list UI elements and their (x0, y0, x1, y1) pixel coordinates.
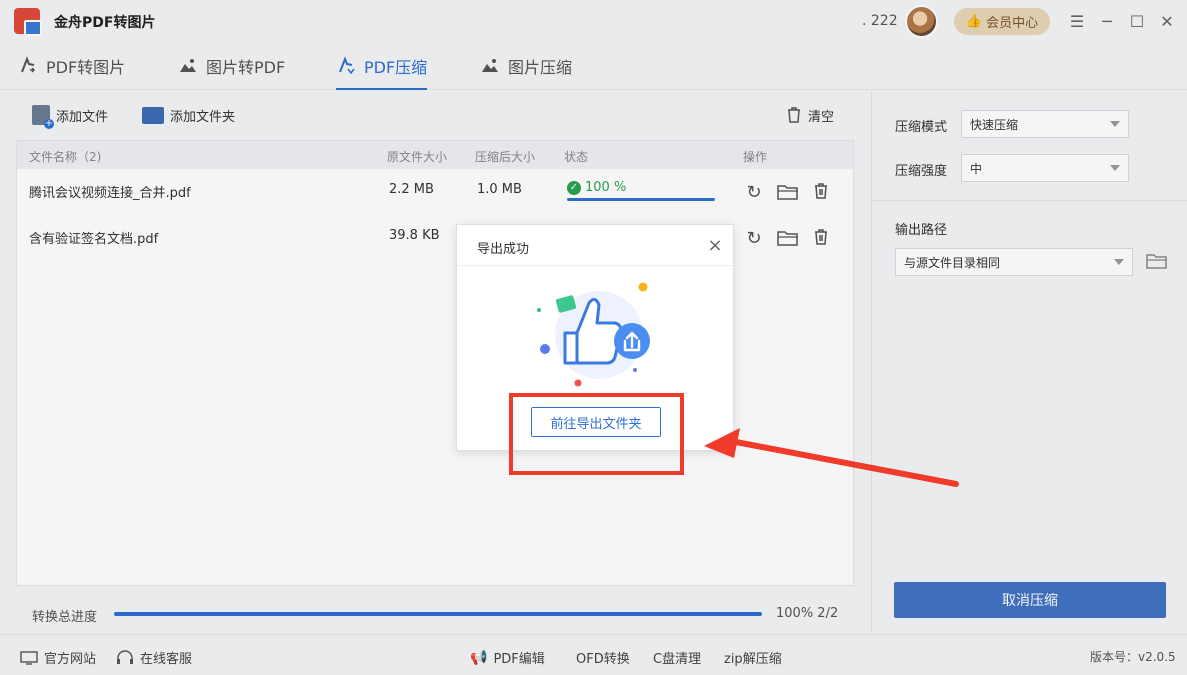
thumbs-up-illustration-icon (537, 282, 650, 387)
divider (457, 265, 733, 266)
dialog-title: 导出成功 (477, 242, 530, 257)
highlight-box (509, 393, 684, 475)
red-arrow-icon (704, 428, 959, 487)
close-icon[interactable]: × (705, 235, 725, 256)
